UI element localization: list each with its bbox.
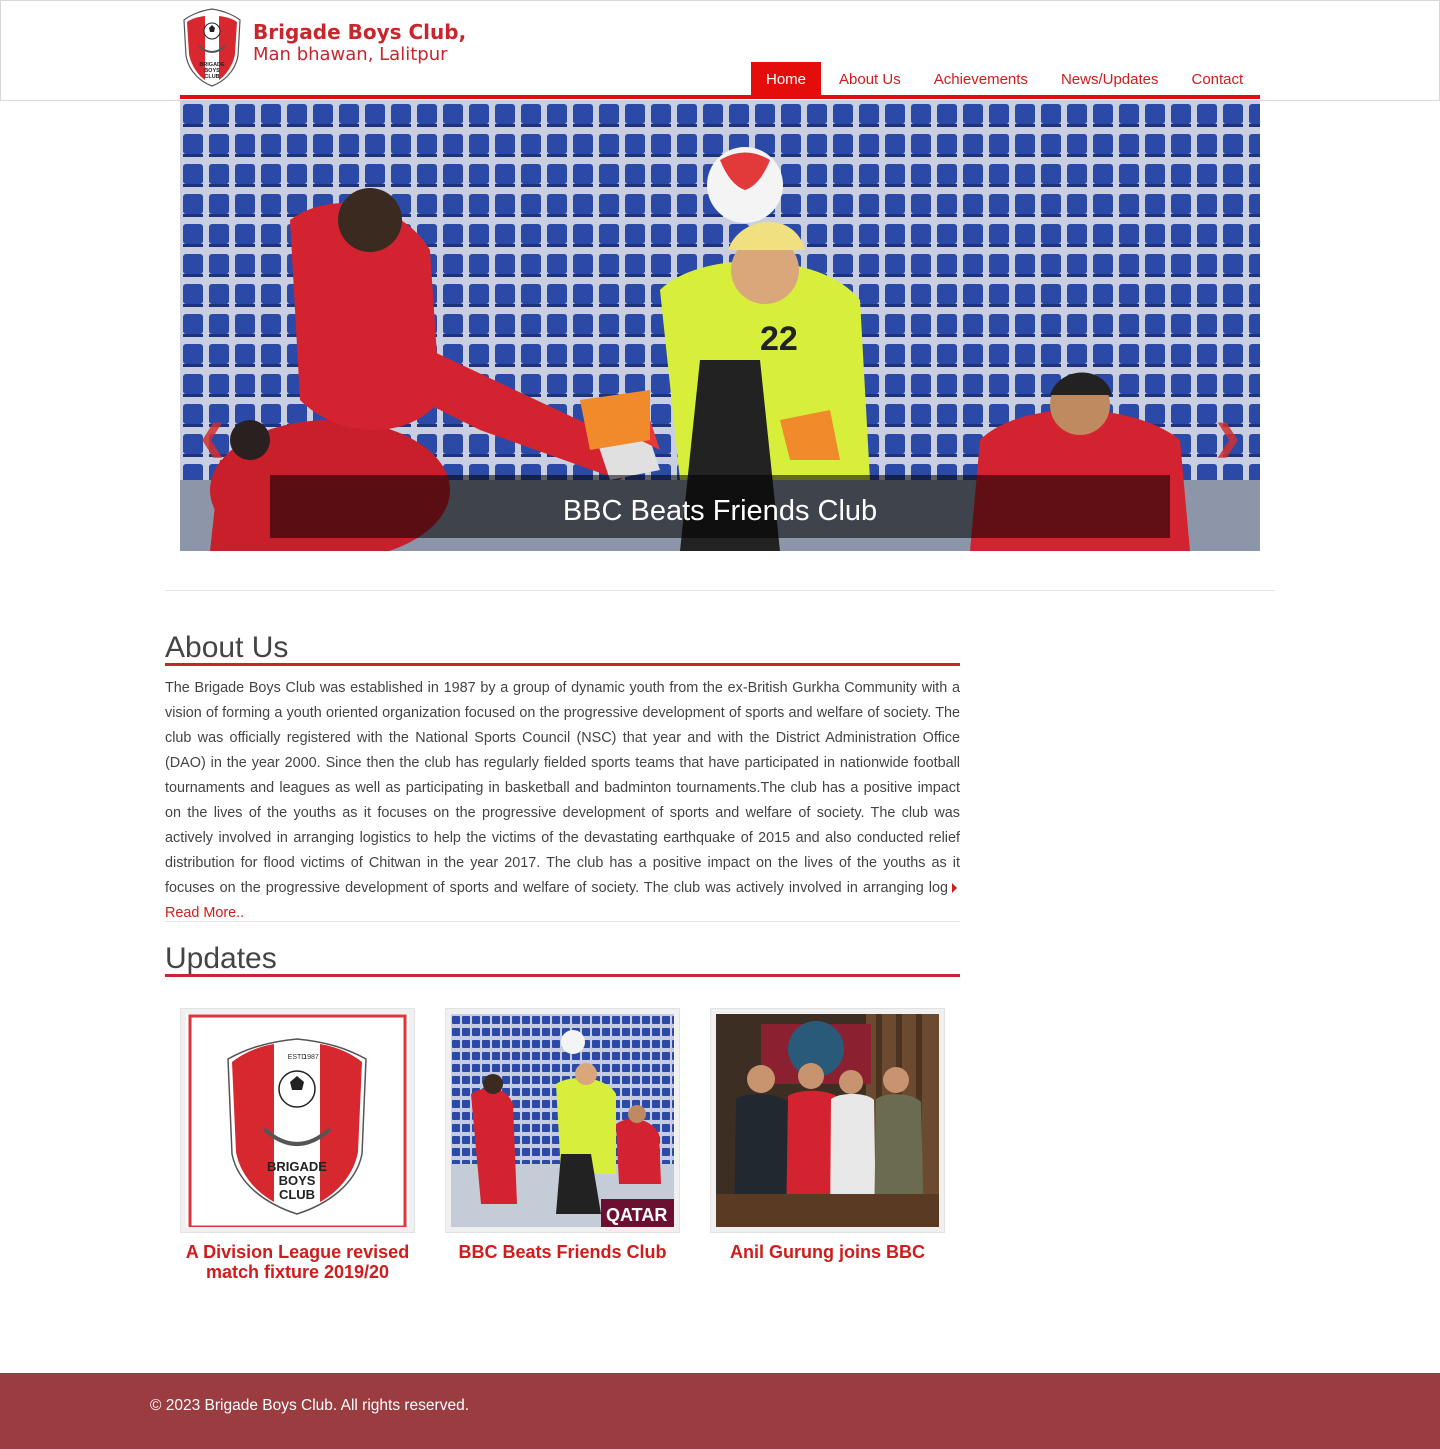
site-footer: © 2023 Brigade Boys Club. All rights res… — [0, 1373, 1440, 1449]
football-match-image: QATAR — [451, 1014, 674, 1227]
divider — [165, 590, 1275, 591]
club-crest-image: ESTD 1987 BRIGADE BOYS CLUB — [186, 1014, 409, 1227]
copyright-text: © 2023 Brigade Boys Club. All rights res… — [150, 1397, 469, 1414]
about-heading-rule — [165, 663, 960, 666]
about-paragraph: The Brigade Boys Club was established in… — [165, 680, 960, 896]
update-thumbnail[interactable] — [710, 1008, 945, 1233]
crest-name-line3: CLUB — [279, 1187, 315, 1202]
updates-heading: Updates — [165, 942, 277, 975]
update-card[interactable]: ESTD 1987 BRIGADE BOYS CLUB A Division L… — [180, 1008, 415, 1282]
about-heading: About Us — [165, 631, 289, 664]
nav-about-us[interactable]: About Us — [824, 62, 916, 97]
about-text-block: The Brigade Boys Club was established in… — [165, 676, 960, 926]
updates-heading-rule — [165, 974, 960, 977]
update-thumbnail[interactable]: ESTD 1987 BRIGADE BOYS CLUB — [180, 1008, 415, 1233]
logo-title: Brigade Boys Club, — [253, 20, 467, 44]
nav-achievements[interactable]: Achievements — [919, 62, 1043, 97]
caret-right-icon — [952, 883, 957, 893]
svg-text:CLUB: CLUB — [204, 74, 219, 80]
logo-subtitle: Man bhawan, Lalitpur — [253, 44, 448, 65]
update-thumbnail[interactable]: QATAR — [445, 1008, 680, 1233]
nav-news-updates[interactable]: News/Updates — [1046, 62, 1174, 97]
site-logo[interactable]: BRIGADE BOYS CLUB Brigade Boys Club, Man… — [181, 6, 466, 90]
nav-home[interactable]: Home — [751, 62, 822, 97]
update-title[interactable]: A Division League revised match fixture … — [180, 1242, 415, 1282]
nav-underline — [180, 95, 1260, 99]
crest-name-line2: BOYS — [279, 1173, 316, 1188]
group-photo-image — [716, 1014, 939, 1227]
update-card[interactable]: QATAR BBC Beats Friends Club — [445, 1008, 680, 1262]
carousel-next-icon[interactable]: ❯ — [1214, 418, 1243, 458]
update-card[interactable]: Anil Gurung joins BBC — [710, 1008, 945, 1262]
site-header: BRIGADE BOYS CLUB Brigade Boys Club, Man… — [0, 0, 1440, 101]
carousel-prev-icon[interactable]: ❮ — [198, 418, 227, 458]
crest-year: 1987 — [303, 1054, 319, 1061]
svg-text:QATAR: QATAR — [606, 1205, 667, 1225]
club-crest-icon: BRIGADE BOYS CLUB — [183, 8, 241, 87]
nav-contact[interactable]: Contact — [1176, 62, 1258, 97]
divider — [165, 921, 960, 922]
main-nav: Home About Us Achievements News/Updates … — [751, 62, 1261, 97]
svg-text:22: 22 — [760, 320, 798, 358]
update-title[interactable]: Anil Gurung joins BBC — [710, 1242, 945, 1262]
update-title[interactable]: BBC Beats Friends Club — [445, 1242, 680, 1262]
carousel-caption: BBC Beats Friends Club — [270, 475, 1170, 538]
read-more-link[interactable]: Read More.. — [165, 905, 244, 921]
hero-carousel[interactable]: 22 ❮ ❯ BBC Beats Friends Club — [180, 100, 1260, 551]
crest-name-line1: BRIGADE — [267, 1159, 327, 1174]
